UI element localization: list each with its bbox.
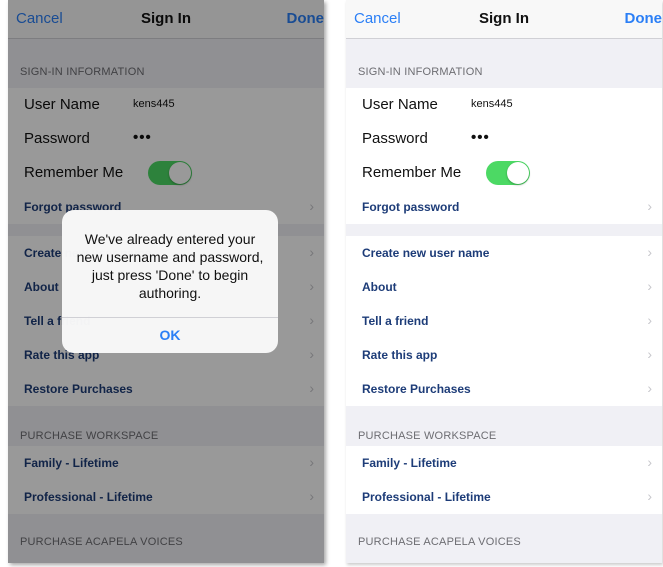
forgot-password-row[interactable]: Forgot password › <box>346 190 662 224</box>
chevron-right-icon: › <box>647 380 652 396</box>
tell-friend-row[interactable]: Tell a friend › <box>346 304 662 338</box>
chevron-right-icon: › <box>647 312 652 328</box>
about-label: About <box>362 280 397 294</box>
chevron-right-icon: › <box>647 198 652 214</box>
done-button[interactable]: Done <box>625 10 663 27</box>
professional-lifetime-row[interactable]: Professional - Lifetime › <box>346 480 662 514</box>
chevron-right-icon: › <box>647 346 652 362</box>
remember-me-row: Remember Me <box>346 156 662 190</box>
chevron-right-icon: › <box>647 278 652 294</box>
about-row[interactable]: About › <box>346 270 662 304</box>
section-header-signin: SIGN-IN INFORMATION <box>358 66 483 78</box>
create-user-label: Create new user name <box>362 246 490 260</box>
username-row[interactable]: User Name kens445 <box>346 88 662 122</box>
password-label: Password <box>362 130 428 147</box>
forgot-password-label: Forgot password <box>362 200 460 214</box>
restore-purchases-row[interactable]: Restore Purchases › <box>346 372 662 406</box>
toggle-knob <box>507 162 529 184</box>
password-row[interactable]: Password ••• <box>346 122 662 156</box>
username-value[interactable]: kens445 <box>471 98 513 110</box>
page-title: Sign In <box>479 10 529 27</box>
restore-purchases-label: Restore Purchases <box>362 382 471 396</box>
username-label: User Name <box>362 96 438 113</box>
family-lifetime-row[interactable]: Family - Lifetime › <box>346 446 662 480</box>
chevron-right-icon: › <box>647 244 652 260</box>
phone-screen-with-alert: Cancel Sign In Done SIGN-IN INFORMATION … <box>8 0 324 563</box>
remember-me-toggle[interactable] <box>486 161 530 185</box>
professional-lifetime-label: Professional - Lifetime <box>362 490 491 504</box>
section-header-voices: PURCHASE ACAPELA VOICES <box>358 536 521 548</box>
alert-dialog: We've already entered your new username … <box>62 210 278 353</box>
create-user-row[interactable]: Create new user name › <box>346 236 662 270</box>
password-value[interactable]: ••• <box>471 129 490 146</box>
alert-ok-button[interactable]: OK <box>62 317 278 353</box>
remember-me-label: Remember Me <box>362 164 462 181</box>
alert-message: We've already entered your new username … <box>76 231 264 301</box>
chevron-right-icon: › <box>647 454 652 470</box>
family-lifetime-label: Family - Lifetime <box>362 456 457 470</box>
navigation-bar: Cancel Sign In Done <box>346 0 662 39</box>
tell-friend-label: Tell a friend <box>362 314 429 328</box>
chevron-right-icon: › <box>647 488 652 504</box>
rate-app-label: Rate this app <box>362 348 438 362</box>
rate-app-row[interactable]: Rate this app › <box>346 338 662 372</box>
phone-screen: Cancel Sign In Done SIGN-IN INFORMATION … <box>346 0 662 563</box>
